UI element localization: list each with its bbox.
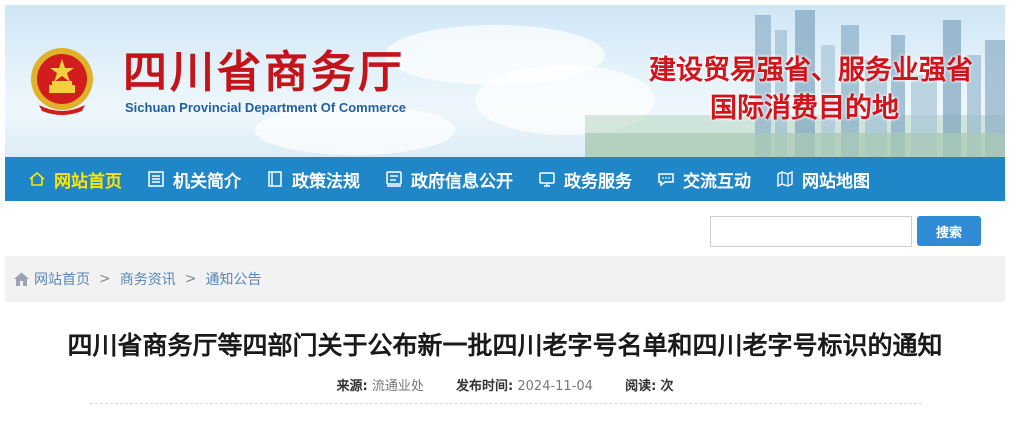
date-value: 2024-11-04 [517,379,593,394]
nav-item-label: 政务服务 [564,171,632,192]
main-nav: 网站首页 机关简介 政策法规 政府信息公开 政务服务 交流互动 网站地图 [5,157,1005,201]
source-label: 来源: [336,379,368,394]
nav-item-home[interactable]: 网站首页 [5,157,134,201]
home-icon [27,169,47,189]
home-icon [14,272,29,286]
views-label: 阅读: [625,379,657,394]
breadcrumb-link-notices[interactable]: 通知公告 [205,269,261,289]
slogan-line-2: 国际消费目的地 [710,93,899,124]
nav-item-label: 政策法规 [292,171,360,192]
divider [90,403,922,404]
nav-item-label: 网站地图 [802,171,870,192]
breadcrumb: 网站首页 > 商务资讯 > 通知公告 [5,256,1005,302]
site-subtitle: Sichuan Provincial Department Of Commerc… [125,100,407,115]
national-emblem-icon [31,48,93,115]
nav-item-interaction[interactable]: 交流互动 [644,157,763,201]
search-input[interactable] [710,216,912,247]
nav-item-label: 交流互动 [683,171,751,192]
nav-item-label: 网站首页 [54,171,122,192]
slogan-line-1: 建设贸易强省、服务业强省 [649,55,973,86]
breadcrumb-separator: > [99,271,111,287]
search-button[interactable]: 搜索 [917,216,981,246]
nav-item-services[interactable]: 政务服务 [525,157,644,201]
nav-item-policy[interactable]: 政策法规 [253,157,372,201]
date-label: 发布时间: [456,379,514,394]
nav-item-label: 机关简介 [173,171,241,192]
nav-item-about[interactable]: 机关简介 [134,157,253,201]
breadcrumb-link-news[interactable]: 商务资讯 [120,269,176,289]
source-value: 流通业处 [371,379,424,394]
book-icon [265,169,285,189]
nav-item-label: 政府信息公开 [411,171,513,192]
monitor-icon [537,169,557,189]
article-meta: 来源: 流通业处 发布时间: 2024-11-04 阅读: 次 [0,375,1010,394]
header-banner: 四川省商务厅 Sichuan Provincial Department Of … [5,5,1005,157]
article-title: 四川省商务厅等四部门关于公布新一批四川老字号名单和四川老字号标识的通知 [67,331,943,360]
chat-icon [656,169,676,189]
nav-item-info-public[interactable]: 政府信息公开 [372,157,525,201]
breadcrumb-separator: > [184,271,197,287]
page: 四川省商务厅 Sichuan Provincial Department Of … [0,0,1010,442]
breadcrumb-link-home[interactable]: 网站首页 [34,269,90,289]
list-icon [146,169,166,189]
map-icon [775,169,795,189]
nav-item-sitemap[interactable]: 网站地图 [763,157,882,201]
info-board-icon [384,169,404,189]
views-value: 次 [660,379,674,394]
site-title: 四川省商务厅 [123,47,405,98]
